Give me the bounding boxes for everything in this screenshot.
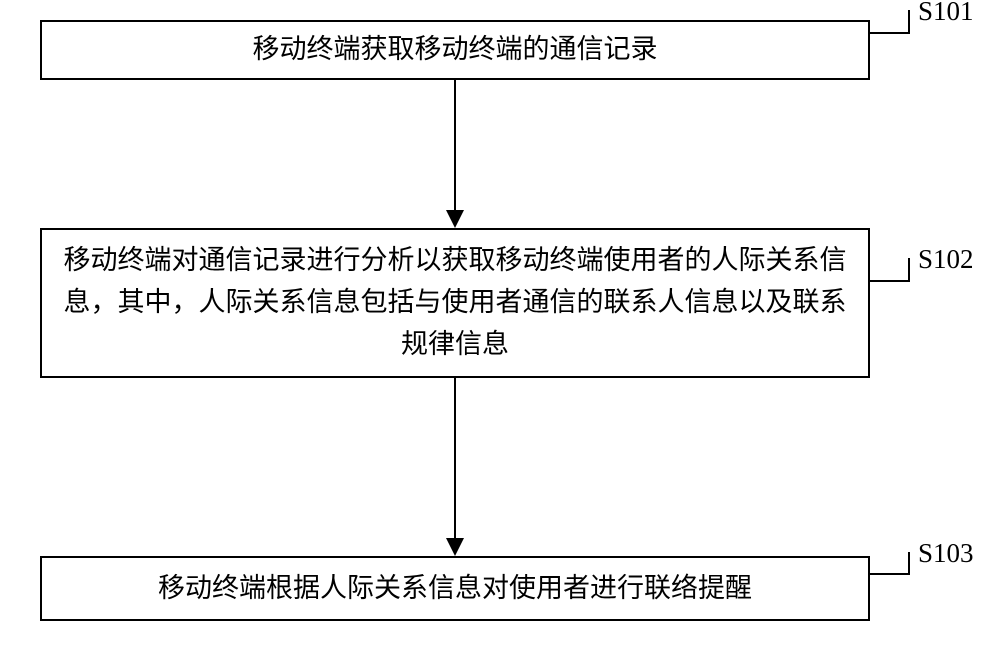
arrow-line-1 bbox=[454, 80, 456, 210]
step-text-s101: 移动终端获取移动终端的通信记录 bbox=[253, 29, 658, 71]
lead-line-s101-h bbox=[870, 32, 910, 34]
step-label-s101: S101 bbox=[918, 0, 974, 25]
flowchart: 移动终端获取移动终端的通信记录 S101 移动终端对通信记录进行分析以获取移动终… bbox=[0, 0, 1000, 656]
arrow-head-2 bbox=[446, 538, 464, 556]
step-label-s103: S103 bbox=[918, 540, 974, 567]
step-box-s101: 移动终端获取移动终端的通信记录 bbox=[40, 20, 870, 80]
step-box-s102: 移动终端对通信记录进行分析以获取移动终端使用者的人际关系信息，其中，人际关系信息… bbox=[40, 228, 870, 378]
step-label-s102: S102 bbox=[918, 246, 974, 273]
step-box-s103: 移动终端根据人际关系信息对使用者进行联络提醒 bbox=[40, 556, 870, 621]
lead-line-s101-v bbox=[908, 10, 910, 34]
step-text-s102: 移动终端对通信记录进行分析以获取移动终端使用者的人际关系信息，其中，人际关系信息… bbox=[62, 240, 848, 366]
lead-line-s103-h bbox=[870, 573, 910, 575]
lead-line-s103-v bbox=[908, 552, 910, 575]
arrow-line-2 bbox=[454, 378, 456, 538]
lead-line-s102-h bbox=[870, 280, 910, 282]
step-text-s103: 移动终端根据人际关系信息对使用者进行联络提醒 bbox=[158, 568, 752, 610]
arrow-head-1 bbox=[446, 210, 464, 228]
lead-line-s102-v bbox=[908, 258, 910, 282]
